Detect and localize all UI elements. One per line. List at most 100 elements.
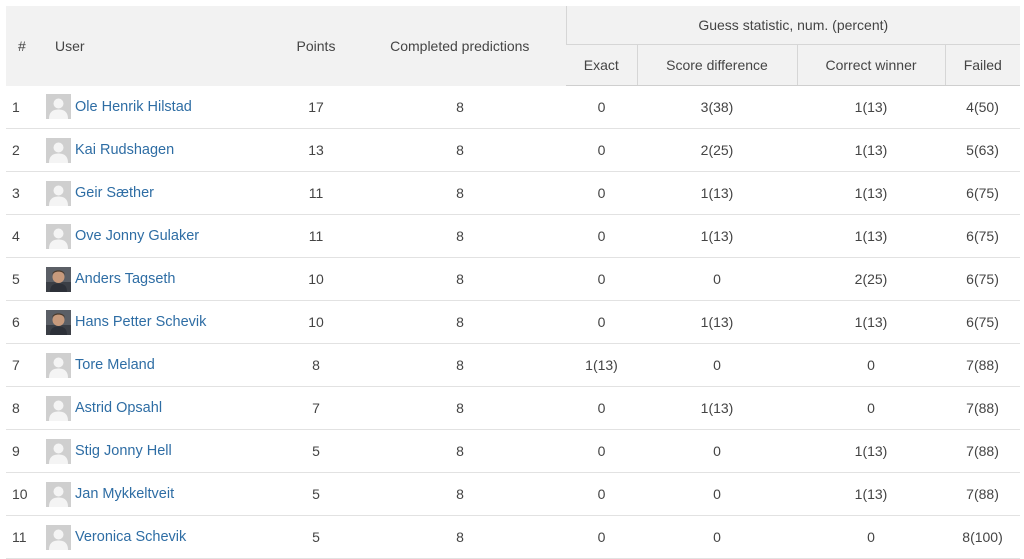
user-link[interactable]: Jan Mykkeltveit: [75, 486, 174, 502]
score-difference-cell: 1(13): [637, 386, 797, 430]
user-link[interactable]: Tore Meland: [75, 357, 155, 373]
points-cell: 13: [278, 128, 354, 172]
correct-winner-cell: 1(13): [797, 429, 945, 473]
score-difference-cell: 3(38): [637, 85, 797, 129]
score-difference-cell: 0: [637, 429, 797, 473]
user-cell: Stig Jonny Hell: [44, 429, 278, 473]
default-avatar-icon: [44, 223, 75, 249]
completed-cell: 8: [354, 300, 566, 344]
points-cell: 8: [278, 343, 354, 387]
user-link[interactable]: Kai Rudshagen: [75, 142, 174, 158]
header-failed: Failed: [944, 44, 1021, 86]
default-avatar-icon: [44, 94, 75, 120]
exact-cell: 0: [566, 171, 637, 215]
default-avatar-icon: [44, 137, 75, 163]
rank-cell: 6: [6, 300, 44, 344]
table-row: 10 Jan Mykkeltveit 5 8 0 0 1(13) 7(88): [6, 472, 1021, 516]
completed-cell: 8: [354, 386, 566, 430]
user-cell: Veronica Schevik: [44, 515, 278, 559]
score-difference-cell: 1(13): [637, 300, 797, 344]
rank-cell: 5: [6, 257, 44, 301]
completed-cell: 8: [354, 343, 566, 387]
user-cell: Anders Tagseth: [44, 257, 278, 301]
points-cell: 7: [278, 386, 354, 430]
score-difference-cell: 1(13): [637, 214, 797, 258]
completed-cell: 8: [354, 171, 566, 215]
exact-cell: 0: [566, 128, 637, 172]
table-header: # User Points Completed predictions Gues…: [6, 6, 1021, 86]
completed-cell: 8: [354, 515, 566, 559]
user-link[interactable]: Stig Jonny Hell: [75, 443, 172, 459]
user-cell: Jan Mykkeltveit: [44, 472, 278, 516]
table-row: 11 Veronica Schevik 5 8 0 0 0 8(100): [6, 515, 1021, 559]
user-link[interactable]: Geir Sæther: [75, 185, 154, 201]
score-difference-cell: 0: [637, 257, 797, 301]
failed-cell: 5(63): [945, 128, 1021, 172]
score-difference-cell: 0: [637, 515, 797, 559]
header-guess-statistic: Guess statistic, num. (percent): [565, 6, 1021, 45]
exact-cell: 0: [566, 257, 637, 301]
completed-cell: 8: [354, 214, 566, 258]
table-row: 4 Ove Jonny Gulaker 11 8 0 1(13) 1(13) 6…: [6, 214, 1021, 258]
header-points: Points: [278, 6, 354, 86]
default-avatar-icon: [44, 180, 75, 206]
user-cell: Ove Jonny Gulaker: [44, 214, 278, 258]
failed-cell: 7(88): [945, 472, 1021, 516]
points-cell: 10: [278, 257, 354, 301]
table-row: 5 Anders Tagseth 10 8 0 0 2(25) 6(75): [6, 257, 1021, 301]
header-exact: Exact: [566, 44, 637, 86]
user-link[interactable]: Ole Henrik Hilstad: [75, 99, 192, 115]
completed-cell: 8: [354, 257, 566, 301]
correct-winner-cell: 0: [797, 386, 945, 430]
completed-cell: 8: [354, 128, 566, 172]
rank-cell: 4: [6, 214, 44, 258]
rank-cell: 3: [6, 171, 44, 215]
user-link[interactable]: Hans Petter Schevik: [75, 314, 206, 330]
correct-winner-cell: 1(13): [797, 171, 945, 215]
table-row: 1 Ole Henrik Hilstad 17 8 0 3(38) 1(13) …: [6, 85, 1021, 129]
points-cell: 5: [278, 472, 354, 516]
user-link[interactable]: Anders Tagseth: [75, 271, 176, 287]
header-rank: #: [6, 6, 44, 86]
header-correct-winner: Correct winner: [796, 44, 945, 86]
failed-cell: 6(75): [945, 171, 1021, 215]
failed-cell: 7(88): [945, 343, 1021, 387]
completed-cell: 8: [354, 429, 566, 473]
points-cell: 11: [278, 214, 354, 258]
correct-winner-cell: 1(13): [797, 300, 945, 344]
score-difference-cell: 2(25): [637, 128, 797, 172]
user-cell: Kai Rudshagen: [44, 128, 278, 172]
user-link[interactable]: Veronica Schevik: [75, 529, 186, 545]
table-body: 1 Ole Henrik Hilstad 17 8 0 3(38) 1(13) …: [6, 85, 1021, 559]
user-link[interactable]: Ove Jonny Gulaker: [75, 228, 199, 244]
leaderboard-container: # User Points Completed predictions Gues…: [6, 6, 1021, 559]
rank-cell: 1: [6, 85, 44, 129]
failed-cell: 8(100): [945, 515, 1021, 559]
rank-cell: 2: [6, 128, 44, 172]
correct-winner-cell: 1(13): [797, 128, 945, 172]
score-difference-cell: 0: [637, 472, 797, 516]
correct-winner-cell: 2(25): [797, 257, 945, 301]
user-photo-avatar-icon: [44, 266, 75, 292]
failed-cell: 6(75): [945, 214, 1021, 258]
points-cell: 17: [278, 85, 354, 129]
failed-cell: 6(75): [945, 300, 1021, 344]
completed-cell: 8: [354, 472, 566, 516]
table-row: 9 Stig Jonny Hell 5 8 0 0 1(13) 7(88): [6, 429, 1021, 473]
correct-winner-cell: 0: [797, 515, 945, 559]
table-row: 8 Astrid Opsahl 7 8 0 1(13) 0 7(88): [6, 386, 1021, 430]
user-link[interactable]: Astrid Opsahl: [75, 400, 162, 416]
default-avatar-icon: [44, 352, 75, 378]
header-user: User: [44, 6, 278, 86]
exact-cell: 0: [566, 386, 637, 430]
user-cell: Tore Meland: [44, 343, 278, 387]
header-completed-predictions: Completed predictions: [354, 6, 566, 86]
user-photo-avatar-icon: [44, 309, 75, 335]
default-avatar-icon: [44, 524, 75, 550]
exact-cell: 1(13): [566, 343, 637, 387]
default-avatar-icon: [44, 481, 75, 507]
exact-cell: 0: [566, 472, 637, 516]
default-avatar-icon: [44, 395, 75, 421]
table-row: 3 Geir Sæther 11 8 0 1(13) 1(13) 6(75): [6, 171, 1021, 215]
user-cell: Hans Petter Schevik: [44, 300, 278, 344]
